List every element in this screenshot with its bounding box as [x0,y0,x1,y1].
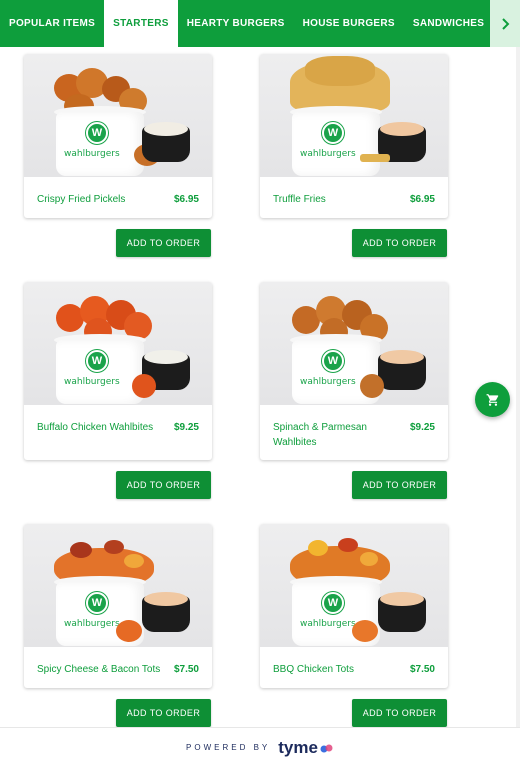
item-image: W wahlburgers [260,54,448,177]
item-image: W wahlburgers [260,282,448,405]
add-to-order-button[interactable]: ADD TO ORDER [116,471,211,499]
tyme-mark-icon [320,744,333,752]
tyme-logo[interactable]: tyme [278,738,334,758]
item-name: Crispy Fried Pickels [37,194,126,205]
item-name: BBQ Chicken Tots [273,664,354,675]
wahlburgers-logo-icon: W [322,350,344,372]
cart-icon [486,393,498,406]
item-name: Spinach & Parmesan Wahlbites [273,422,367,448]
add-to-order-button[interactable]: ADD TO ORDER [116,699,211,727]
wahlburgers-logo-icon: W [322,592,344,614]
footer: POWERED BY tyme [0,727,520,767]
item-price: $7.50 [173,664,199,675]
item-price: $9.25 [409,422,435,433]
item-price: $6.95 [409,194,435,205]
cup-brand-text: wahlburgers [64,149,120,159]
cup-brand-text: wahlburgers [300,149,356,159]
cup-brand-text: wahlburgers [64,619,120,629]
item-name: Truffle Fries [273,194,326,205]
chevron-right-icon [502,17,510,30]
item-image: W wahlburgers [24,524,212,647]
tyme-wordmark: tyme [278,737,318,757]
item-name: Buffalo Chicken Wahlbites [37,422,154,433]
menu-item-card[interactable]: W wahlburgers Spinach & Parmesan Wahlbit… [260,282,448,460]
wahlburgers-logo-icon: W [86,350,108,372]
tab-popular-items[interactable]: POPULAR ITEMS [0,0,104,47]
add-to-order-button[interactable]: ADD TO ORDER [352,471,447,499]
item-image: W wahlburgers [24,282,212,405]
cup-brand-text: wahlburgers [300,619,356,629]
menu-item-card[interactable]: W wahlburgers Buffalo Chicken Wahlbites … [24,282,212,460]
item-price: $9.25 [173,422,199,433]
add-to-order-button[interactable]: ADD TO ORDER [116,229,211,257]
cart-button[interactable] [475,382,510,417]
cup-brand-text: wahlburgers [300,377,356,387]
add-to-order-button[interactable]: ADD TO ORDER [352,229,447,257]
powered-by-text: POWERED BY [186,743,271,752]
item-image: W wahlburgers [260,524,448,647]
tab-starters[interactable]: STARTERS [104,0,178,47]
wahlburgers-logo-icon: W [86,122,108,144]
nav-next-button[interactable] [490,0,520,47]
category-nav: POPULAR ITEMS STARTERS HEARTY BURGERS HO… [0,0,520,47]
menu-item-card[interactable]: W wahlburgers Truffle Fries $6.95 [260,54,448,218]
wahlburgers-logo-icon: W [86,592,108,614]
item-price: $6.95 [173,194,199,205]
menu-item-card[interactable]: W wahlburgers Crispy Fried Pickels $6.95 [24,54,212,218]
item-name: Spicy Cheese & Bacon Tots [37,664,161,675]
add-to-order-button[interactable]: ADD TO ORDER [352,699,447,727]
tab-house-burgers[interactable]: HOUSE BURGERS [294,0,404,47]
menu-grid: W wahlburgers Crispy Fried Pickels $6.95… [0,47,520,727]
cup-brand-text: wahlburgers [64,377,120,387]
wahlburgers-logo-icon: W [322,122,344,144]
item-image: W wahlburgers [24,54,212,177]
item-price: $7.50 [409,664,435,675]
menu-item-card[interactable]: W wahlburgers BBQ Chicken Tots $7.50 [260,524,448,688]
menu-item-card[interactable]: W wahlburgers Spicy Cheese & Bacon Tots … [24,524,212,688]
tab-sandwiches[interactable]: SANDWICHES [404,0,493,47]
tab-hearty-burgers[interactable]: HEARTY BURGERS [178,0,294,47]
scrollbar[interactable] [516,47,520,727]
